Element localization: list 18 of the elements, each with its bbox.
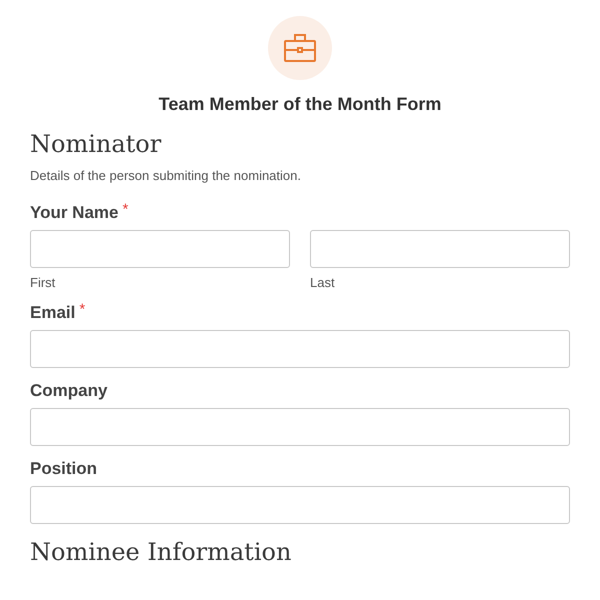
text-field[interactable] [30,330,570,368]
required-asterisk: * [122,202,128,218]
field-label: Position [30,458,98,480]
sub-label: First [30,274,56,292]
section-heading: Nominee Information [30,537,292,568]
sub-label: Last [310,274,336,292]
field-label: Email [30,302,76,324]
section-heading: Nominator [30,129,162,160]
text-field[interactable] [30,408,570,446]
required-asterisk: * [79,302,86,318]
field-label: Company [30,380,108,402]
section-description: Details of the person submiting the nomination. [30,167,302,185]
field-label: Your Name [30,202,118,224]
text-field[interactable] [30,230,290,268]
text-field[interactable] [30,486,570,524]
briefcase-icon [283,34,317,62]
form-title: Team Member of the Month Form [158,93,442,116]
text-field[interactable] [310,230,570,268]
